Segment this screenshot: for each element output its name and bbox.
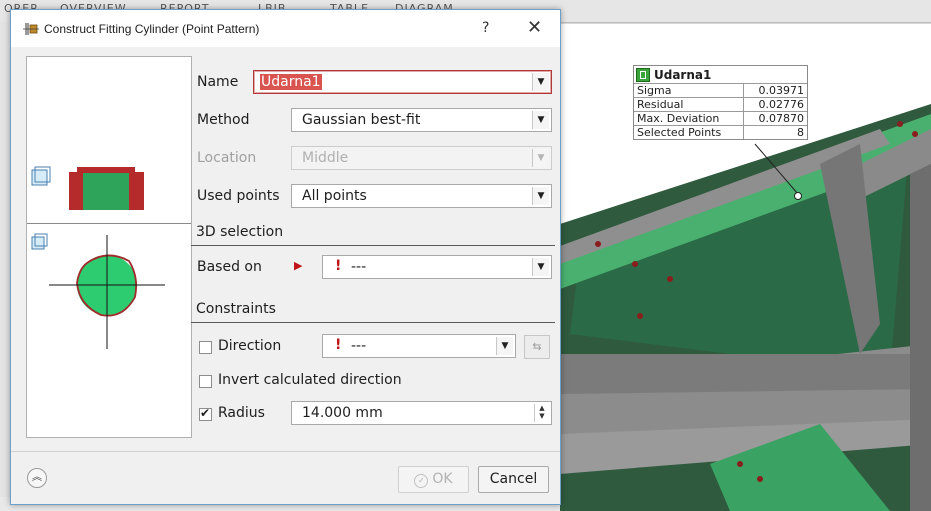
measurement-tooltip: Udarna1 Sigma 0.03971 Residual 0.02776 Max… bbox=[633, 65, 808, 140]
chevron-down-icon[interactable]: ▼ bbox=[532, 187, 549, 205]
name-label: Name bbox=[197, 74, 239, 90]
ok-check-icon: ✓ bbox=[414, 474, 429, 488]
based-on-value: --- bbox=[351, 259, 367, 275]
name-field[interactable]: Udarna1 ▼ bbox=[253, 70, 552, 94]
ok-label: OK bbox=[432, 471, 453, 487]
constraints-section-heading: Constraints bbox=[196, 301, 276, 317]
chevron-down-icon[interactable]: ▼ bbox=[496, 337, 513, 355]
chevron-down-icon[interactable]: ▼ bbox=[532, 73, 549, 91]
preview-panel bbox=[26, 56, 192, 438]
footer-divider bbox=[11, 451, 560, 452]
construct-cylinder-dialog: Construct Fitting Cylinder (Point Patter… bbox=[10, 9, 561, 505]
tooltip-row-value: 0.07870 bbox=[743, 111, 807, 126]
used-points-label: Used points bbox=[197, 188, 280, 204]
dialog-title: Construct Fitting Cylinder (Point Patter… bbox=[44, 22, 260, 36]
direction-label[interactable]: Direction bbox=[218, 338, 281, 354]
tooltip-row-label: Selected Points bbox=[634, 125, 744, 139]
tooltip-title: Udarna1 bbox=[634, 66, 807, 83]
cancel-button[interactable]: Cancel bbox=[478, 466, 549, 493]
close-button[interactable]: ✕ bbox=[527, 17, 542, 38]
warning-icon: ! bbox=[335, 337, 342, 353]
selection-section-heading: 3D selection bbox=[196, 224, 284, 240]
tooltip-row: Sigma 0.03971 bbox=[634, 83, 807, 98]
constraints-section-divider bbox=[191, 322, 555, 323]
dialog-titlebar[interactable]: Construct Fitting Cylinder (Point Patter… bbox=[11, 10, 560, 47]
location-select[interactable]: Middle ▼ bbox=[291, 146, 552, 170]
tooltip-row-label: Sigma bbox=[634, 83, 744, 98]
ok-button[interactable]: ✓ OK bbox=[398, 466, 469, 493]
tooltip-row: Max. Deviation 0.07870 bbox=[634, 111, 807, 126]
invert-direction-checkbox[interactable] bbox=[199, 375, 212, 388]
tooltip-row: Residual 0.02776 bbox=[634, 97, 807, 112]
used-points-select[interactable]: All points ▼ bbox=[291, 184, 552, 208]
radius-input[interactable]: 14.000 mm ▲ ▼ bbox=[291, 401, 552, 425]
cylinder-element-icon bbox=[636, 67, 650, 82]
location-value: Middle bbox=[302, 150, 349, 166]
tooltip-row-label: Max. Deviation bbox=[634, 111, 744, 126]
selection-section-divider bbox=[191, 245, 555, 246]
tooltip-title-text: Udarna1 bbox=[654, 67, 712, 82]
based-on-select[interactable]: ! --- ▼ bbox=[322, 255, 552, 279]
method-select[interactable]: Gaussian best-fit ▼ bbox=[291, 108, 552, 132]
used-points-value: All points bbox=[302, 188, 367, 204]
top-view-icon bbox=[31, 236, 45, 250]
chevron-down-icon[interactable]: ▼ bbox=[532, 258, 549, 276]
arrow-right-icon: ▶ bbox=[294, 259, 303, 272]
based-on-label: Based on bbox=[197, 259, 262, 275]
radius-value[interactable]: 14.000 mm bbox=[302, 405, 383, 421]
tooltip-row: Selected Points 8 bbox=[634, 125, 807, 139]
cylinder-preview bbox=[31, 166, 165, 349]
direction-select[interactable]: ! --- ▼ bbox=[322, 334, 516, 358]
swap-direction-icon[interactable]: ⇆ bbox=[524, 335, 550, 359]
direction-checkbox[interactable] bbox=[199, 341, 212, 354]
name-value[interactable]: Udarna1 bbox=[260, 74, 322, 90]
warning-icon: ! bbox=[335, 258, 342, 274]
chevron-down-icon: ▼ bbox=[532, 149, 549, 167]
location-label: Location bbox=[197, 150, 257, 166]
side-view-icon bbox=[31, 169, 48, 186]
direction-value: --- bbox=[351, 338, 367, 354]
tooltip-row-value: 0.02776 bbox=[743, 97, 807, 112]
help-button[interactable]: ? bbox=[482, 20, 489, 36]
tooltip-table: Sigma 0.03971 Residual 0.02776 Max. Deviat… bbox=[634, 83, 807, 139]
radius-label[interactable]: Radius bbox=[218, 405, 265, 421]
invert-direction-label[interactable]: Invert calculated direction bbox=[218, 372, 402, 388]
tooltip-row-value: 8 bbox=[743, 125, 807, 139]
method-label: Method bbox=[197, 112, 250, 128]
tooltip-row-value: 0.03971 bbox=[743, 83, 807, 98]
cylinder-construct-icon bbox=[23, 23, 39, 35]
tooltip-row-label: Residual bbox=[634, 97, 744, 112]
preview-divider bbox=[27, 223, 191, 224]
chevron-down-icon[interactable]: ▼ bbox=[532, 111, 549, 129]
spin-stepper-icon[interactable]: ▲ ▼ bbox=[534, 404, 549, 422]
radius-checkbox[interactable] bbox=[199, 406, 212, 421]
collapse-icon[interactable]: ︽ bbox=[27, 468, 47, 488]
method-value: Gaussian best-fit bbox=[302, 112, 421, 128]
